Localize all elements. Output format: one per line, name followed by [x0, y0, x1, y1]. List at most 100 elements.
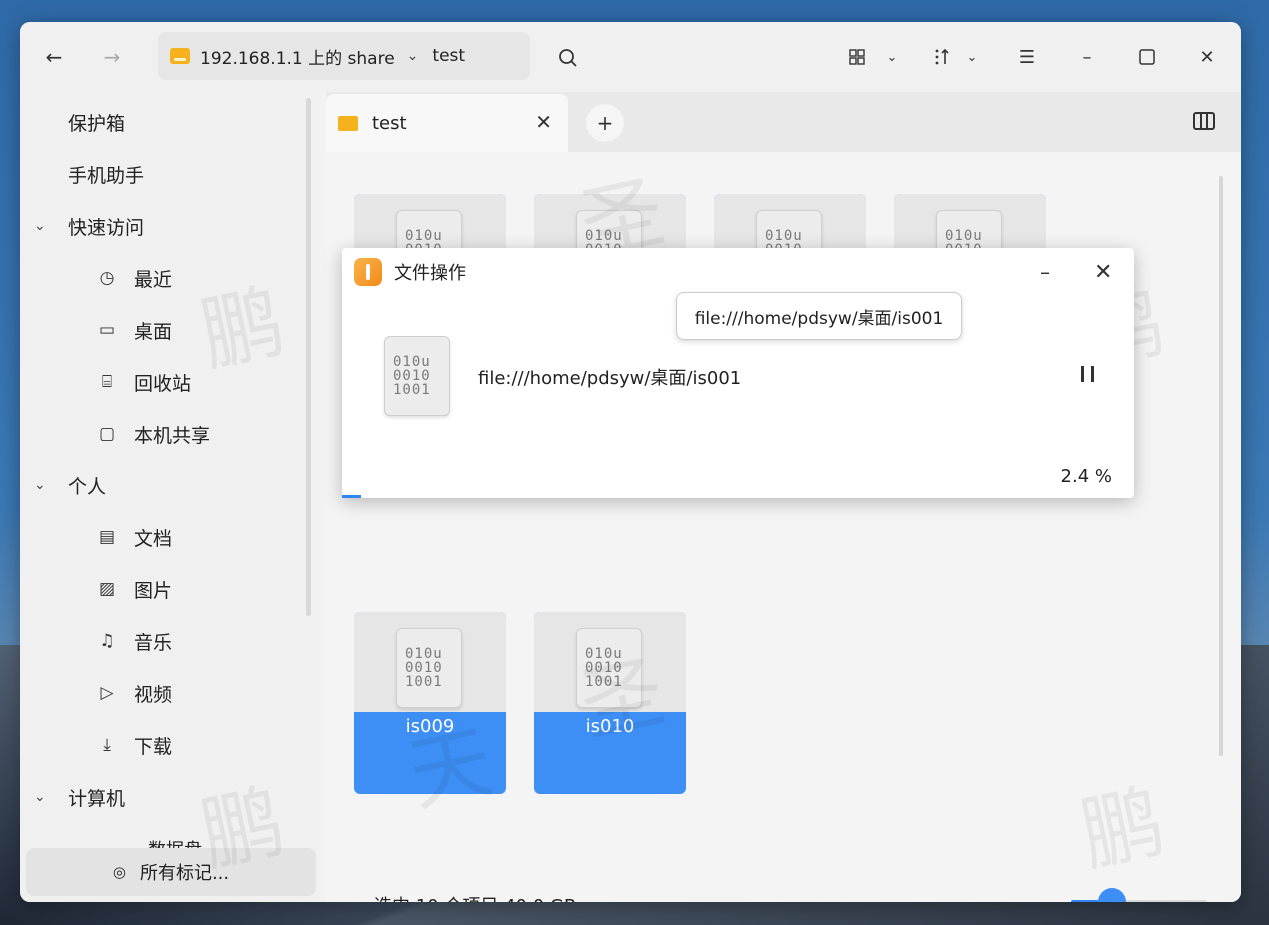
- view-mode-button[interactable]: [837, 37, 877, 77]
- chevron-down-icon[interactable]: ⌄: [34, 789, 62, 805]
- dialog-title-bar: 文件操作: [354, 258, 466, 286]
- status-bar-text: 选中 10 个项目 40.0 GB: [374, 892, 576, 902]
- file-name: is009: [405, 716, 455, 737]
- sidebar-item-label: 计算机: [68, 787, 126, 810]
- sidebar-item-label: 最近: [134, 268, 173, 291]
- trash-icon: ⌸: [101, 372, 113, 392]
- file-operation-dialog: 文件操作 – ✕ file:///home/pdsyw/桌面/is001 010…: [342, 248, 1134, 498]
- folder-icon: ▢: [98, 424, 116, 444]
- tag-icon: ◎: [112, 863, 126, 881]
- close-button[interactable]: ✕: [1187, 37, 1227, 77]
- chevron-down-icon[interactable]: ⌄: [34, 477, 62, 493]
- sidebar-item-documents[interactable]: ▤ 文档: [20, 515, 310, 559]
- minimize-icon: –: [1082, 46, 1092, 68]
- binary-file-icon: 010u 0010 1001: [576, 628, 642, 708]
- sidebar-item-trash[interactable]: ⌸ 回收站: [20, 360, 310, 404]
- back-button[interactable]: ←: [34, 37, 74, 77]
- sidebar-section-quick-access[interactable]: ⌄ 快速访问: [20, 204, 310, 248]
- sidebar-section-personal[interactable]: ⌄ 个人: [20, 463, 310, 507]
- image-icon: ▨: [98, 579, 116, 599]
- new-tab-button[interactable]: +: [586, 104, 624, 142]
- breadcrumb[interactable]: 192.168.1.1 上的 share ⌄ test: [158, 32, 530, 80]
- file-name: is010: [585, 716, 635, 737]
- monitor-icon: ▭: [98, 320, 116, 340]
- hamburger-menu-icon: ☰: [1018, 46, 1036, 68]
- pause-icon[interactable]: [1078, 364, 1098, 384]
- sidebar-item-label: 回收站: [134, 372, 192, 395]
- sort-dropdown[interactable]: ⌄: [957, 37, 987, 77]
- minimize-button[interactable]: –: [1067, 37, 1107, 77]
- sidebar-item-label: 保护箱: [68, 112, 126, 135]
- sidebar-item-pictures[interactable]: ▨ 图片: [20, 567, 310, 611]
- sidebar-scrollbar[interactable]: [306, 98, 311, 616]
- breadcrumb-location[interactable]: 192.168.1.1 上的 share: [200, 44, 395, 69]
- zoom-slider[interactable]: [1071, 888, 1207, 902]
- maximize-button[interactable]: [1127, 37, 1167, 77]
- minimize-icon: –: [1040, 260, 1050, 284]
- arrow-left-icon: ←: [45, 45, 63, 69]
- sidebar-item-local-share[interactable]: ▢ 本机共享: [20, 412, 310, 456]
- sidebar-item-data-disk[interactable]: 数据盘: [20, 836, 310, 848]
- titlebar: ← → 192.168.1.1 上的 share ⌄ test ⌄ ⌄ ☰ –: [20, 22, 1241, 92]
- operation-file-path: file:///home/pdsyw/桌面/is001: [478, 368, 742, 389]
- binary-file-icon: 010u 0010 1001: [396, 628, 462, 708]
- column-view-icon[interactable]: [1193, 112, 1215, 130]
- sort-button[interactable]: [927, 37, 957, 77]
- sidebar-section-computer[interactable]: ⌄ 计算机: [20, 775, 310, 819]
- progress-bar: [342, 495, 361, 498]
- progress-percent: 2.4 %: [1060, 466, 1112, 487]
- chevron-down-icon: ⌄: [886, 49, 898, 65]
- sidebar-item-recent[interactable]: ◷ 最近: [20, 256, 310, 300]
- sidebar-item-music[interactable]: ♫ 音乐: [20, 619, 310, 663]
- close-tab-icon[interactable]: ✕: [535, 110, 552, 134]
- tab-label: test: [372, 112, 407, 134]
- path-tooltip: file:///home/pdsyw/桌面/is001: [676, 292, 962, 340]
- all-tags-button[interactable]: ◎ 所有标记...: [26, 848, 316, 896]
- sidebar-item-label: 本机共享: [134, 424, 211, 447]
- video-icon: ▷: [100, 683, 114, 703]
- sidebar-item-label: 桌面: [134, 320, 173, 343]
- sidebar-item-label: 文档: [134, 527, 173, 550]
- sidebar-item-phone-assistant[interactable]: 手机助手: [20, 152, 310, 196]
- close-icon: ✕: [1199, 46, 1215, 68]
- document-icon: ▤: [98, 527, 116, 547]
- menu-button[interactable]: ☰: [1007, 37, 1047, 77]
- file-item[interactable]: 010u 0010 1001 is010: [534, 612, 686, 794]
- arrow-right-icon: →: [103, 45, 121, 69]
- folder-icon: [338, 115, 358, 131]
- chevron-down-icon[interactable]: ⌄: [407, 48, 419, 64]
- zoom-slider-handle[interactable]: [1097, 888, 1126, 902]
- chevron-down-icon[interactable]: ⌄: [34, 218, 62, 234]
- maximize-icon: [1139, 49, 1155, 65]
- close-icon: ✕: [1094, 260, 1113, 285]
- sidebar-item-label: 快速访问: [68, 216, 145, 239]
- file-view-scrollbar[interactable]: [1219, 176, 1223, 756]
- sidebar-item-label: 音乐: [134, 631, 173, 654]
- grid-view-icon: [849, 49, 865, 65]
- sidebar-item-label: 图片: [134, 579, 173, 602]
- file-item[interactable]: 010u 0010 1001 is009: [354, 612, 506, 794]
- download-icon: ⤓: [103, 735, 111, 755]
- sidebar-item-label: 视频: [134, 683, 173, 706]
- file-operation-app-icon: [354, 258, 382, 286]
- tab-test[interactable]: test ✕: [326, 94, 568, 152]
- sidebar-item-videos[interactable]: ▷ 视频: [20, 671, 310, 715]
- dialog-close-button[interactable]: ✕: [1094, 260, 1112, 285]
- network-drive-icon: [170, 48, 190, 64]
- sidebar-item-vault[interactable]: 保护箱: [20, 100, 310, 144]
- sidebar: 保护箱 手机助手 ⌄ 快速访问 ◷ 最近 ▭ 桌面 ⌸ 回收站 ▢ 本机共享 ⌄ 个人 ▤ 文…: [20, 92, 320, 902]
- sidebar-item-label: 数据盘: [148, 840, 202, 848]
- breadcrumb-folder[interactable]: test: [432, 46, 465, 66]
- all-tags-label: 所有标记...: [139, 863, 230, 884]
- titlebar-controls: ⌄ ⌄ ☰ – ✕: [837, 37, 1241, 77]
- dialog-minimize-button[interactable]: –: [1040, 260, 1050, 284]
- search-icon: [559, 49, 577, 67]
- binary-file-icon: 010u 0010 1001: [384, 336, 450, 416]
- view-mode-dropdown[interactable]: ⌄: [877, 37, 907, 77]
- dialog-title: 文件操作: [394, 263, 466, 284]
- search-button[interactable]: [548, 38, 588, 78]
- tab-bar: test ✕ +: [326, 92, 1241, 152]
- forward-button[interactable]: →: [92, 37, 132, 77]
- sidebar-item-downloads[interactable]: ⤓ 下载: [20, 723, 310, 767]
- sidebar-item-desktop[interactable]: ▭ 桌面: [20, 308, 310, 352]
